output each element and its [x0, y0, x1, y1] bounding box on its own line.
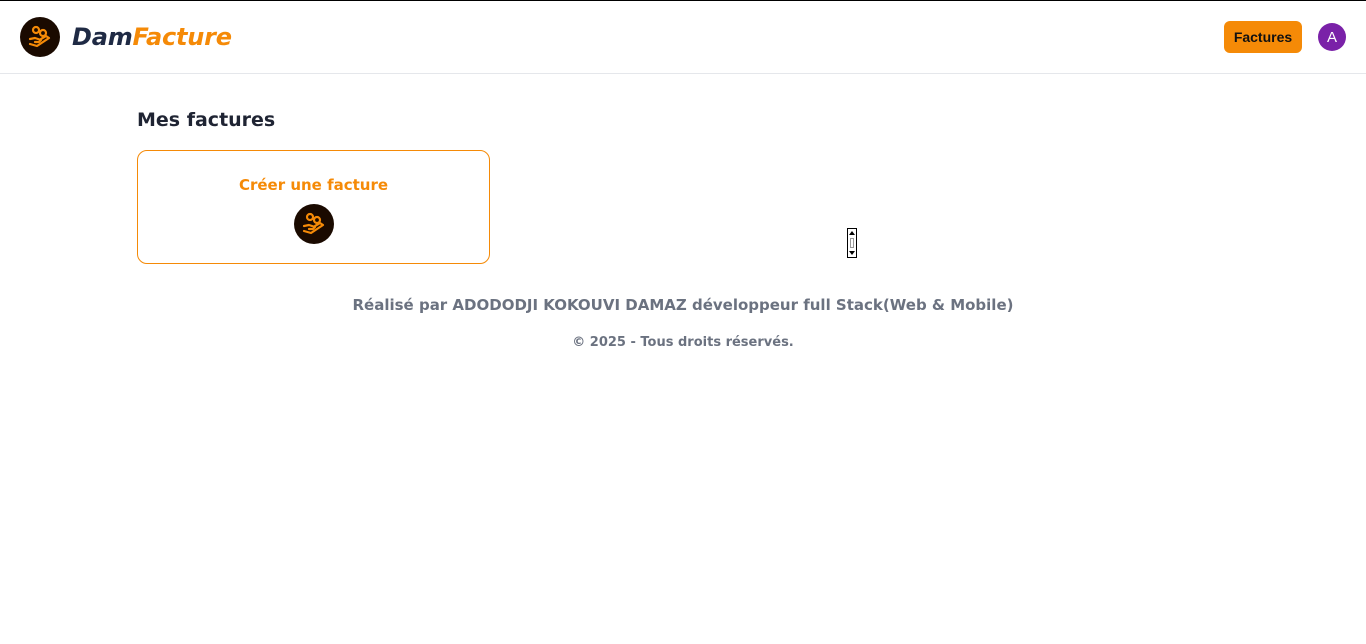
brand-name-facture: Facture [132, 23, 233, 51]
navbar: DamFacture Factures A [0, 1, 1366, 74]
page-title: Mes factures [137, 109, 276, 131]
create-invoice-label: Créer une facture [238, 176, 389, 194]
resize-cursor-icon [847, 228, 857, 258]
create-invoice-card[interactable]: Créer une facture [137, 150, 490, 264]
factures-button[interactable]: Factures [1224, 21, 1302, 53]
user-avatar[interactable]: A [1318, 23, 1346, 51]
footer-credit: Réalisé par ADODODJI KOKOUVI DAMAZ dével… [352, 296, 1014, 314]
brand-name-dam: Dam [72, 23, 133, 51]
logo-icon [20, 17, 60, 57]
hand-coins-icon [294, 204, 334, 244]
footer-copyright: © 2025 - Tous droits réservés. [572, 335, 794, 350]
brand-name: DamFacture [72, 23, 232, 51]
brand[interactable]: DamFacture [20, 17, 232, 57]
